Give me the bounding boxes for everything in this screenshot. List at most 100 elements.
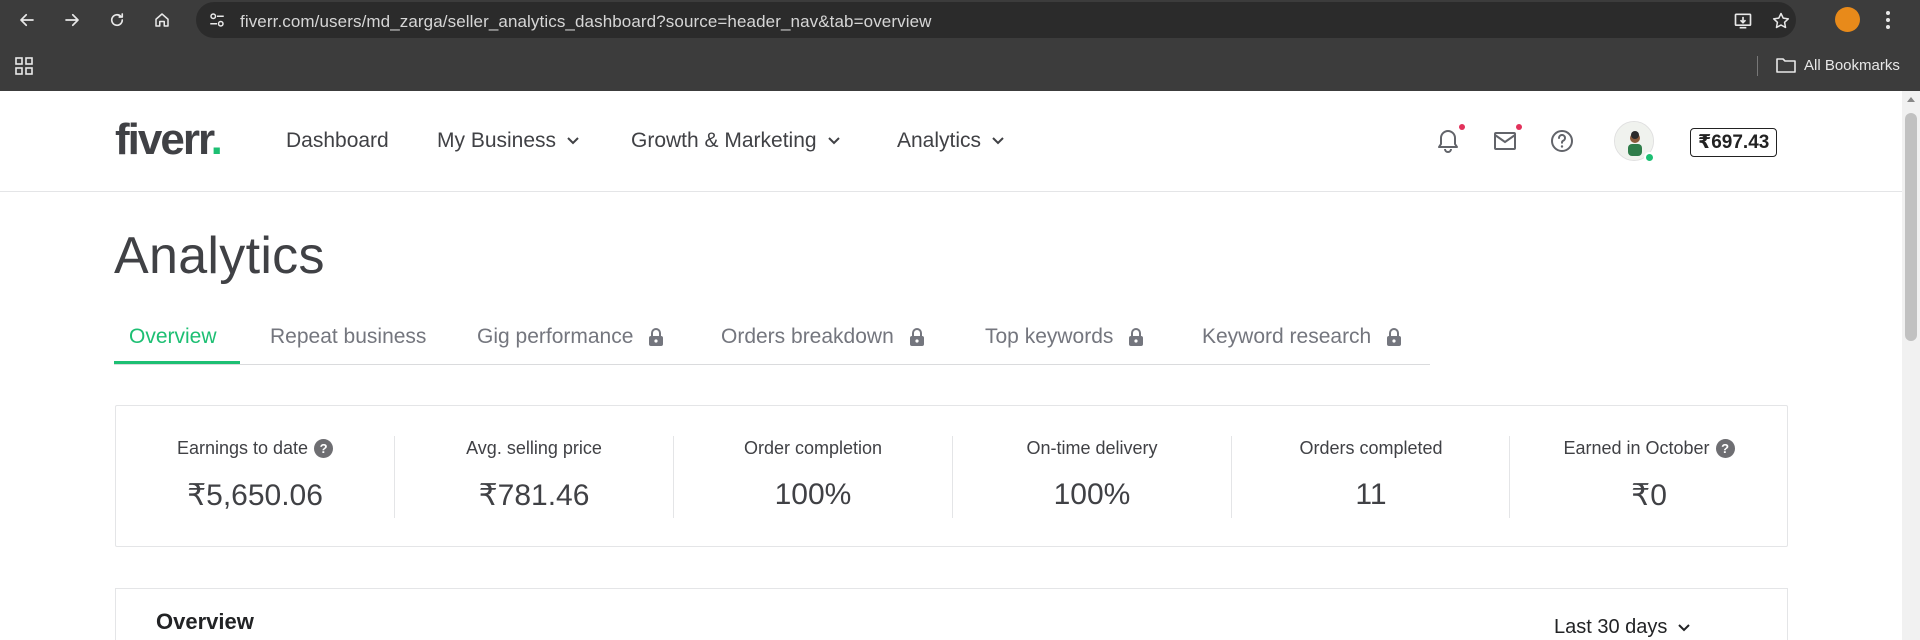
nav-analytics[interactable]: Analytics (897, 129, 1005, 153)
site-header: fiverr. Dashboard My Business Growth & M… (0, 91, 1902, 192)
back-button[interactable] (13, 6, 41, 34)
stat-label-text: Order completion (743, 438, 883, 458)
stat-label-text: Avg. selling price (466, 438, 602, 458)
tab-orders-breakdown[interactable]: Orders breakdown (721, 325, 926, 349)
tab-keyword-research[interactable]: Keyword research (1202, 325, 1403, 349)
folder-icon (1776, 58, 1796, 73)
address-bar[interactable]: fiverr.com/users/md_zarga/seller_analyti… (196, 2, 1796, 38)
stat-value: 100% (1053, 478, 1131, 511)
nav-analytics-label: Analytics (897, 129, 982, 152)
page-scrollbar[interactable] (1902, 91, 1920, 640)
chevron-down-icon (567, 137, 579, 145)
stat-avg-selling-price: Avg. selling price ₹781.46 (395, 406, 673, 546)
active-tab-underline (114, 361, 240, 364)
stat-label: On-time delivery (953, 438, 1231, 459)
date-range-dropdown[interactable]: Last 30 days (1554, 616, 1691, 639)
home-icon (155, 13, 169, 27)
balance-badge[interactable]: ₹697.43 (1690, 128, 1778, 157)
reload-button[interactable] (103, 6, 131, 34)
tab-gig-performance[interactable]: Gig performance (477, 325, 665, 349)
arrow-left-icon (20, 13, 34, 27)
date-range-label: Last 30 days (1554, 616, 1668, 638)
chevron-down-icon (827, 137, 840, 145)
stat-earned-in-october: Earned in October ? ₹0 (1510, 406, 1788, 546)
stat-label: Earnings to date ? (116, 438, 394, 459)
install-app-icon[interactable] (1733, 11, 1753, 31)
nav-growth-marketing[interactable]: Growth & Marketing (631, 129, 841, 153)
apps-grid-icon[interactable] (14, 56, 34, 76)
fiverr-logo[interactable]: fiverr. (115, 115, 223, 165)
nav-growth-marketing-label: Growth & Marketing (631, 129, 817, 152)
tab-overview-label: Overview (129, 325, 217, 348)
overview-card: Overview Last 30 days (115, 588, 1788, 640)
stat-orders-completed: Orders completed 11 (1232, 406, 1510, 546)
url-text[interactable]: fiverr.com/users/md_zarga/seller_analyti… (240, 12, 932, 32)
stat-on-time-delivery: On-time delivery 100% (953, 406, 1231, 546)
stat-label: Orders completed (1232, 438, 1510, 459)
bell-icon[interactable] (1434, 127, 1462, 155)
fiverr-page: fiverr. Dashboard My Business Growth & M… (0, 91, 1902, 640)
nav-my-business-label: My Business (437, 129, 557, 152)
question-mark-icon[interactable]: ? (314, 439, 334, 458)
stat-label: Order completion (674, 438, 952, 459)
lock-icon (909, 328, 924, 346)
analytics-tabs: Overview Repeat business Gig performance… (114, 319, 1430, 365)
stat-label: Avg. selling price (395, 438, 673, 459)
lock-icon (649, 328, 664, 346)
tab-repeat-business[interactable]: Repeat business (270, 325, 426, 349)
stat-label-text: Earnings to date (176, 438, 309, 458)
lock-icon (1387, 328, 1402, 346)
all-bookmarks-button[interactable]: All Bookmarks (1776, 54, 1900, 76)
browser-chrome: fiverr.com/users/md_zarga/seller_analyti… (0, 0, 1920, 91)
stat-label-text: Earned in October (1563, 438, 1710, 458)
stat-label-text: Orders completed (1299, 438, 1443, 458)
nav-dashboard[interactable]: Dashboard (286, 129, 389, 153)
scrollbar-thumb[interactable] (1905, 113, 1917, 341)
chevron-down-icon (1678, 623, 1691, 631)
arrow-right-icon (65, 13, 79, 27)
notifications-dot (1459, 124, 1465, 130)
site-info-icon[interactable] (208, 11, 226, 29)
home-button[interactable] (148, 6, 176, 34)
messages-dot (1516, 124, 1522, 130)
tab-gig-performance-label: Gig performance (477, 325, 634, 348)
tab-orders-breakdown-label: Orders breakdown (721, 325, 894, 348)
tab-top-keywords-label: Top keywords (985, 325, 1114, 348)
tab-repeat-business-label: Repeat business (270, 325, 427, 348)
bookmark-star-icon[interactable] (1771, 11, 1791, 31)
forward-button[interactable] (58, 6, 86, 34)
bookmarks-bar: All Bookmarks (0, 48, 1920, 82)
help-icon[interactable] (1548, 127, 1576, 155)
stats-panel: Earnings to date ? ₹5,650.06 Avg. sellin… (115, 405, 1788, 547)
bookmarks-separator (1757, 56, 1758, 76)
nav-dashboard-label: Dashboard (286, 129, 389, 152)
stat-order-completion: Order completion 100% (674, 406, 952, 546)
overview-title: Overview (156, 609, 254, 634)
tab-overview[interactable]: Overview (129, 325, 217, 349)
tab-top-keywords[interactable]: Top keywords (985, 325, 1145, 349)
browser-profile-avatar[interactable] (1835, 7, 1860, 32)
mail-icon[interactable] (1491, 127, 1519, 155)
scroll-up-arrow-icon[interactable] (1907, 97, 1915, 102)
browser-menu-icon[interactable] (1884, 9, 1892, 31)
stat-value: 11 (1355, 478, 1387, 511)
page-title: Analytics (114, 227, 325, 285)
all-bookmarks-label: All Bookmarks (1804, 56, 1900, 74)
lock-icon (1129, 328, 1144, 346)
logo-text: fiverr (115, 115, 213, 164)
reload-icon (110, 13, 124, 27)
stat-label: Earned in October ? (1510, 438, 1788, 459)
logo-dot: . (210, 115, 223, 164)
question-mark-icon[interactable]: ? (1715, 439, 1735, 458)
browser-toolbar: fiverr.com/users/md_zarga/seller_analyti… (0, 0, 1920, 40)
online-status-dot (1644, 152, 1655, 163)
chevron-down-icon (992, 137, 1004, 145)
stat-label-text: On-time delivery (1026, 438, 1158, 458)
stat-value: ₹781.46 (478, 479, 590, 512)
stat-value: 100% (774, 478, 852, 511)
stat-earnings-to-date: Earnings to date ? ₹5,650.06 (116, 406, 394, 546)
nav-my-business[interactable]: My Business (437, 129, 580, 153)
tab-keyword-research-label: Keyword research (1202, 325, 1372, 348)
stat-value: ₹5,650.06 (187, 479, 323, 512)
stat-value: ₹0 (1631, 479, 1667, 512)
